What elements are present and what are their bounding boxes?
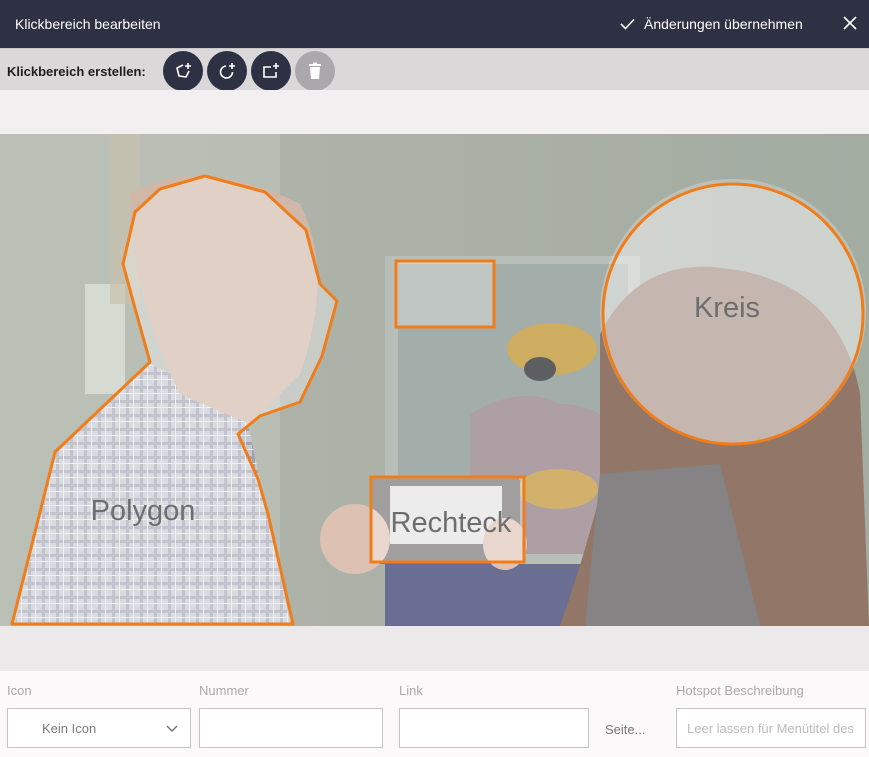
- add-circle-icon: [219, 63, 235, 79]
- icon-field-label: Icon: [7, 683, 32, 698]
- canvas-padding-top: [0, 90, 869, 134]
- number-field-label: Nummer: [199, 683, 249, 698]
- add-polygon-icon: [176, 63, 191, 78]
- checkmark-icon: [620, 18, 635, 30]
- add-circle-button[interactable]: [207, 51, 247, 91]
- hotspot-rectangle-small[interactable]: [394, 259, 496, 329]
- delete-hotspot-button[interactable]: [295, 51, 335, 91]
- rectangle-label: Rechteck: [391, 507, 512, 539]
- hotspot-properties-form: Icon Kein Icon Nummer Link Seite... Hots…: [0, 671, 869, 757]
- add-polygon-button[interactable]: [163, 51, 203, 91]
- close-icon: [843, 16, 857, 30]
- hotspot-toolbar: Klickbereich erstellen:: [0, 48, 869, 91]
- chevron-down-icon: [166, 725, 178, 733]
- hotspot-canvas[interactable]: Polygon Rechteck Kreis: [0, 134, 869, 626]
- number-input[interactable]: [199, 708, 383, 748]
- link-input[interactable]: [399, 708, 589, 748]
- apply-changes-button[interactable]: Änderungen übernehmen: [620, 16, 803, 32]
- canvas-padding-bottom: [0, 626, 869, 671]
- page-link-button[interactable]: Seite...: [605, 722, 645, 737]
- dialog-header: Klickbereich bearbeiten Änderungen übern…: [0, 0, 869, 48]
- description-input[interactable]: [676, 708, 866, 748]
- toolbar-label: Klickbereich erstellen:: [7, 64, 146, 79]
- dialog-title: Klickbereich bearbeiten: [15, 16, 161, 32]
- icon-select[interactable]: Kein Icon: [7, 708, 191, 748]
- apply-changes-label: Änderungen übernehmen: [644, 16, 803, 32]
- close-button[interactable]: [842, 15, 858, 36]
- polygon-label: Polygon: [91, 495, 196, 527]
- link-field-label: Link: [399, 683, 423, 698]
- add-rectangle-button[interactable]: [251, 51, 291, 91]
- trash-icon: [309, 62, 321, 79]
- description-field-label: Hotspot Beschreibung: [676, 683, 804, 698]
- icon-select-value: Kein Icon: [42, 720, 97, 736]
- circle-label: Kreis: [694, 292, 760, 324]
- add-rectangle-icon: [263, 63, 279, 78]
